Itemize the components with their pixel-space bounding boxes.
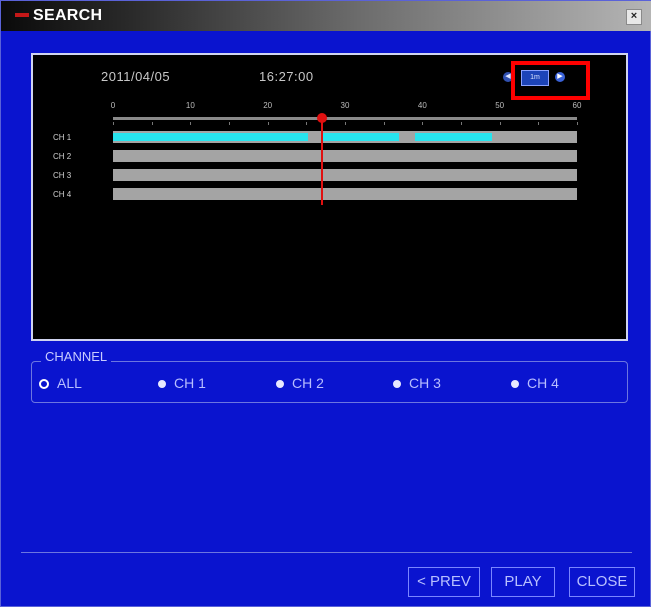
annotation-highlight-box	[511, 61, 590, 100]
play-button[interactable]: PLAY	[491, 567, 555, 597]
channel-option-label: ALL	[57, 375, 82, 391]
title-bar[interactable]: SEARCH ×	[1, 1, 651, 31]
time-cursor-line[interactable]	[320, 117, 323, 205]
channel-option-label: CH 2	[292, 375, 324, 391]
radio-dot-icon[interactable]	[276, 380, 284, 389]
channel-group-legend: CHANNEL	[41, 349, 112, 364]
scale-tick	[306, 122, 308, 125]
scale-tick	[538, 122, 540, 125]
prev-button[interactable]: < PREV	[408, 567, 480, 597]
channel-row-label: CH 2	[53, 152, 72, 161]
radio-dot-icon[interactable]	[158, 380, 166, 389]
channel-option-ch4[interactable]: CH 4	[511, 375, 559, 391]
scale-tick	[113, 122, 114, 125]
channel-track[interactable]	[113, 188, 577, 200]
channel-option-ch2[interactable]: CH 2	[276, 375, 324, 391]
scale-label: 10	[185, 101, 195, 110]
scale-label: 40	[417, 101, 427, 110]
scale-label: 60	[572, 101, 582, 110]
scale-label: 50	[495, 101, 505, 110]
timeline-time: 16:27:00	[259, 69, 314, 84]
scale-label: 30	[340, 101, 350, 110]
channel-option-label: CH 3	[409, 375, 441, 391]
footer-separator	[21, 552, 632, 553]
channel-option-ch1[interactable]: CH 1	[158, 375, 206, 391]
radio-dot-icon[interactable]	[393, 380, 401, 389]
channel-option-all[interactable]: ALL	[39, 375, 82, 391]
close-button[interactable]: CLOSE	[569, 567, 635, 597]
scale-tick	[190, 122, 192, 125]
scale-tick	[422, 122, 424, 125]
window-title: SEARCH	[33, 7, 103, 24]
scale-tick	[345, 122, 346, 125]
time-cursor-handle[interactable]	[316, 113, 327, 123]
channel-row-label: CH 3	[53, 171, 72, 180]
channel-row-label: CH 4	[53, 190, 72, 199]
title-mark-icon	[15, 13, 29, 17]
radio-dot-icon[interactable]	[39, 379, 49, 390]
timeline-date: 2011/04/05	[101, 69, 171, 84]
scale-tick	[499, 122, 501, 125]
scale-label: 20	[263, 101, 273, 110]
channel-option-label: CH 4	[527, 375, 559, 391]
search-window: SEARCH × 2011/04/05 16:27:00 ◀ 1m ▶ 0 10 2…	[0, 0, 651, 607]
channel-track[interactable]	[113, 150, 577, 162]
channel-track[interactable]	[113, 169, 577, 181]
scale-tick	[461, 122, 462, 125]
recorded-segment[interactable]	[321, 133, 400, 141]
channel-row-label: CH 1	[53, 133, 72, 142]
scale-tick	[229, 122, 230, 125]
close-window-icon[interactable]: ×	[626, 9, 642, 25]
time-scale-bar	[113, 117, 577, 120]
scale-tick	[267, 122, 269, 125]
scale-label: 0	[110, 101, 116, 110]
scale-tick	[151, 122, 153, 125]
channel-option-ch3[interactable]: CH 3	[393, 375, 441, 391]
scale-tick	[383, 122, 385, 125]
channel-option-label: CH 1	[174, 375, 206, 391]
recorded-segment[interactable]	[113, 133, 308, 141]
radio-dot-icon[interactable]	[511, 380, 519, 389]
scale-tick	[577, 122, 578, 125]
recorded-segment[interactable]	[414, 133, 492, 141]
channel-track[interactable]	[113, 131, 577, 143]
